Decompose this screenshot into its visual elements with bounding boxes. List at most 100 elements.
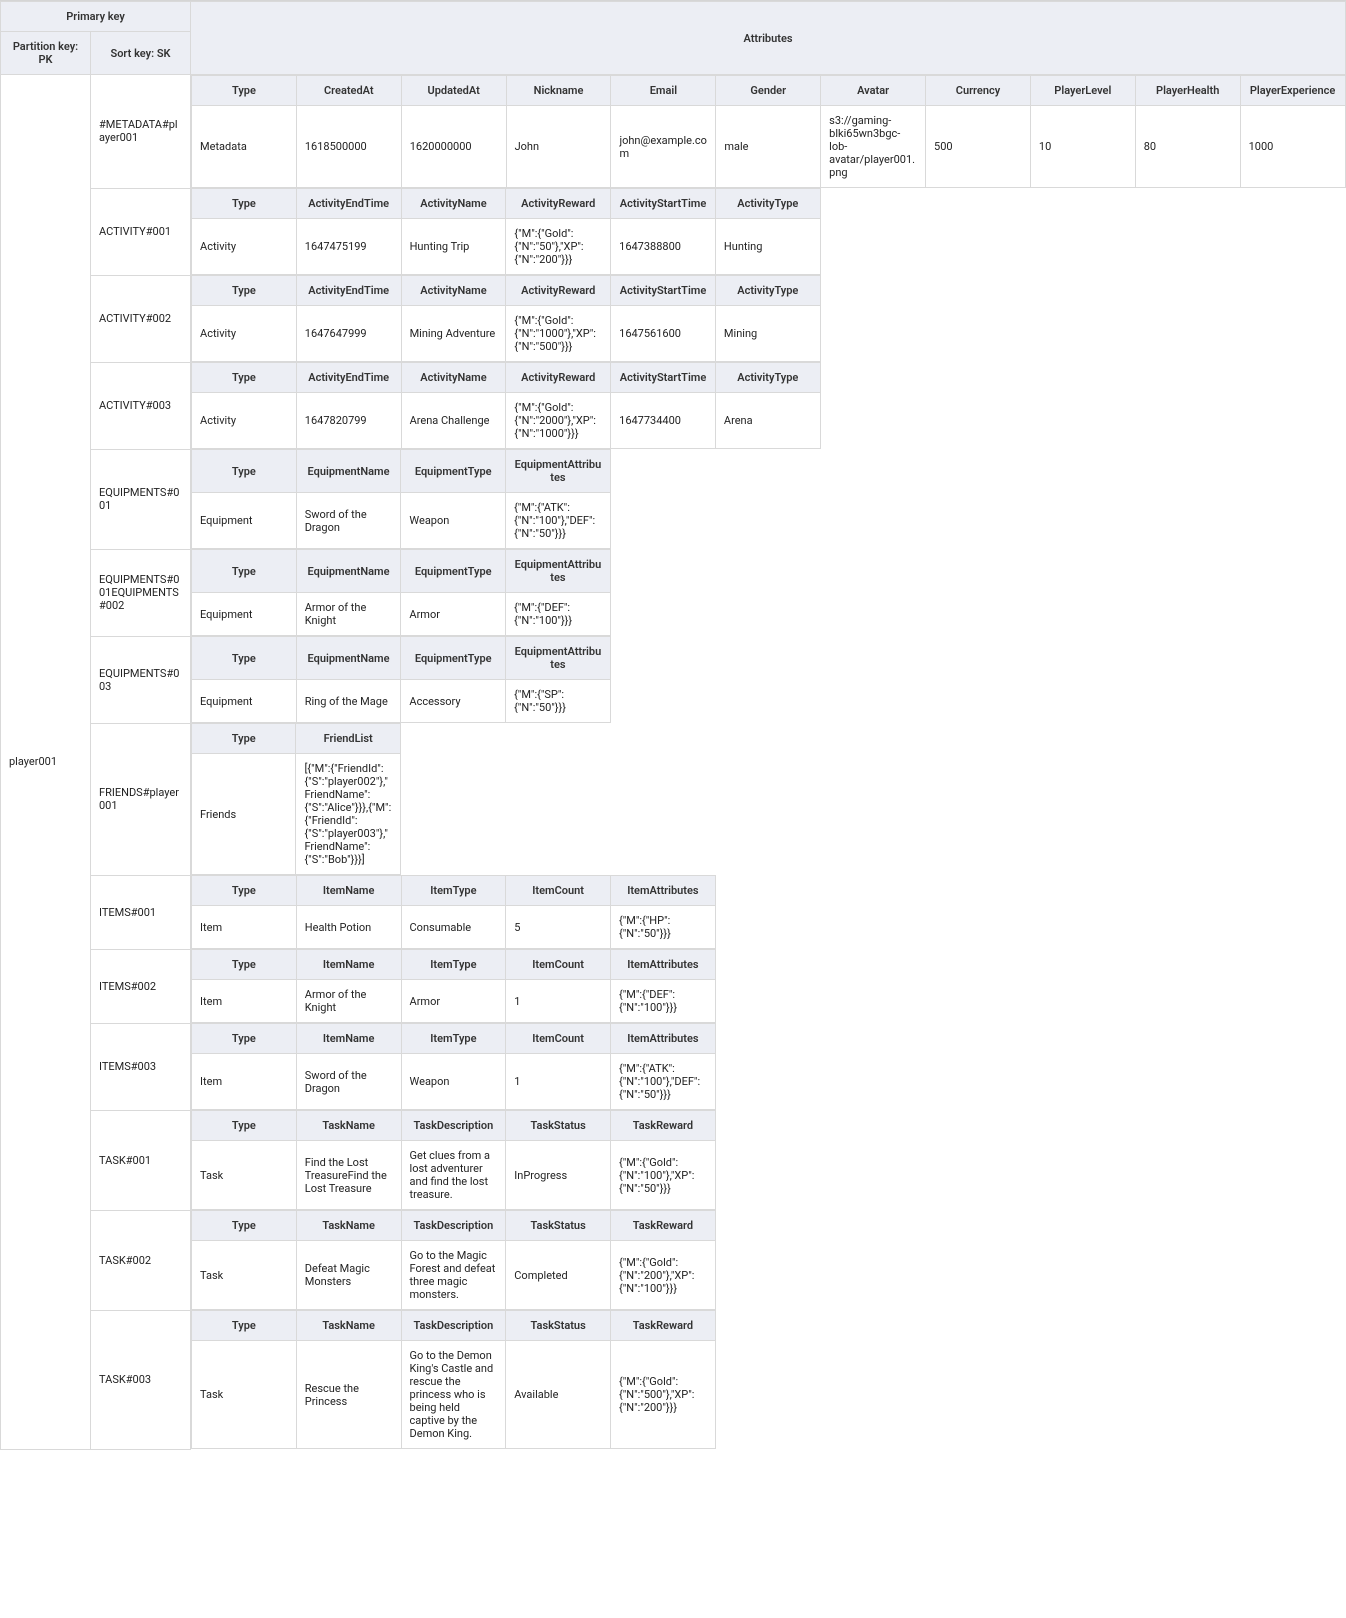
attributes-subtable: TypeEquipmentNameEquipmentTypeEquipmentA… <box>191 449 611 549</box>
attr-value: Hunting <box>715 219 820 275</box>
attr-value: Activity <box>192 393 297 449</box>
attributes-cell: TypeEquipmentNameEquipmentTypeEquipmentA… <box>191 549 1346 636</box>
attr-value: [{"M":{"FriendId":{"S":"player002"},"Fri… <box>296 754 400 875</box>
attr-value: Task <box>192 1241 297 1310</box>
table-row: ITEMS#001TypeItemNameItemTypeItemCountIt… <box>1 875 1346 949</box>
attr-header: TaskName <box>296 1311 401 1341</box>
attr-value: {"M":{"Gold":{"N":"2000"},"XP":{"N":"100… <box>506 393 611 449</box>
attr-header: FriendList <box>296 724 400 754</box>
table-row: TASK#002TypeTaskNameTaskDescriptionTaskS… <box>1 1210 1346 1310</box>
table-row: ACTIVITY#002TypeActivityEndTimeActivityN… <box>1 275 1346 362</box>
attr-value: Accessory <box>401 680 506 723</box>
attributes-cell: TypeCreatedAtUpdatedAtNicknameEmailGende… <box>191 75 1346 189</box>
table-row: ITEMS#003TypeItemNameItemTypeItemCountIt… <box>1 1023 1346 1110</box>
attr-header: EquipmentAttributes <box>506 550 611 593</box>
attributes-subtable: TypeActivityEndTimeActivityNameActivityR… <box>191 275 821 362</box>
attributes-cell: TypeActivityEndTimeActivityNameActivityR… <box>191 362 1346 449</box>
attributes-cell: TypeFriendListFriends[{"M":{"FriendId":{… <box>191 723 1346 875</box>
sort-key-value: ACTIVITY#003 <box>91 362 191 449</box>
attr-header: TaskReward <box>611 1311 716 1341</box>
attr-value: Activity <box>192 306 297 362</box>
attr-header: Nickname <box>506 76 611 106</box>
attr-header: ItemAttributes <box>611 950 716 980</box>
table-row: ACTIVITY#003TypeActivityEndTimeActivityN… <box>1 362 1346 449</box>
attr-value: Hunting Trip <box>401 219 506 275</box>
attr-value: 500 <box>926 106 1031 188</box>
attr-value: InProgress <box>506 1141 611 1210</box>
attr-header: ActivityName <box>401 363 506 393</box>
attr-header: TaskDescription <box>401 1211 506 1241</box>
attr-header: ActivityEndTime <box>296 276 401 306</box>
attr-header: EquipmentType <box>401 450 506 493</box>
attributes-subtable: TypeFriendListFriends[{"M":{"FriendId":{… <box>191 723 401 875</box>
attr-value: {"M":{"DEF":{"N":"100"}}} <box>611 980 716 1023</box>
attr-value: Friends <box>192 754 296 875</box>
attr-value: Sword of the Dragon <box>296 493 401 549</box>
data-table: Primary key Attributes Partition key: PK… <box>0 1 1346 1450</box>
attr-header: ActivityEndTime <box>296 189 401 219</box>
attr-value: 1647388800 <box>611 219 716 275</box>
attr-value: 1647475199 <box>296 219 401 275</box>
attr-value: 1 <box>506 980 611 1023</box>
attr-value: john@example.com <box>611 106 716 188</box>
attr-value: Weapon <box>401 493 506 549</box>
attr-value: Item <box>192 980 297 1023</box>
table-row: TASK#003TypeTaskNameTaskDescriptionTaskS… <box>1 1310 1346 1449</box>
attr-header: ActivityStartTime <box>611 189 716 219</box>
attr-header: Type <box>192 950 297 980</box>
primary-key-header: Primary key <box>1 2 191 32</box>
attr-header: ItemAttributes <box>611 1024 716 1054</box>
table-row: ITEMS#002TypeItemNameItemTypeItemCountIt… <box>1 949 1346 1023</box>
attr-header: Avatar <box>821 76 926 106</box>
attr-value: {"M":{"Gold":{"N":"50"},"XP":{"N":"200"}… <box>506 219 611 275</box>
sort-key-header: Sort key: SK <box>91 32 191 75</box>
attr-header: Type <box>192 724 296 754</box>
attr-value: Health Potion <box>296 906 401 949</box>
attr-value: {"M":{"Gold":{"N":"500"},"XP":{"N":"200"… <box>611 1341 716 1449</box>
attributes-subtable: TypeItemNameItemTypeItemCountItemAttribu… <box>191 875 716 949</box>
attr-header: Type <box>192 189 297 219</box>
attr-value: Go to the Magic Forest and defeat three … <box>401 1241 506 1310</box>
attr-value: 1647734400 <box>611 393 716 449</box>
attr-value: 1647820799 <box>296 393 401 449</box>
attributes-subtable: TypeCreatedAtUpdatedAtNicknameEmailGende… <box>191 75 1345 188</box>
attr-value: Armor <box>401 980 506 1023</box>
attr-header: Type <box>192 550 297 593</box>
attr-header: ActivityReward <box>506 363 611 393</box>
sort-key-value: ITEMS#003 <box>91 1023 191 1110</box>
attributes-subtable: TypeTaskNameTaskDescriptionTaskStatusTas… <box>191 1110 716 1210</box>
attr-value: Armor of the Knight <box>296 593 401 636</box>
attr-header: TaskStatus <box>506 1211 611 1241</box>
attr-header: EquipmentName <box>296 450 401 493</box>
sort-key-value: EQUIPMENTS#001 <box>91 449 191 549</box>
attr-value: Mining <box>715 306 820 362</box>
attr-value: Item <box>192 906 297 949</box>
table-row: ACTIVITY#001TypeActivityEndTimeActivityN… <box>1 188 1346 275</box>
attr-value: Completed <box>506 1241 611 1310</box>
attr-value: {"M":{"HP":{"N":"50"}}} <box>611 906 716 949</box>
attr-value: Item <box>192 1054 297 1110</box>
attr-value: Available <box>506 1341 611 1449</box>
attributes-subtable: TypeItemNameItemTypeItemCountItemAttribu… <box>191 949 716 1023</box>
table-row: EQUIPMENTS#001TypeEquipmentNameEquipment… <box>1 449 1346 549</box>
attributes-cell: TypeTaskNameTaskDescriptionTaskStatusTas… <box>191 1310 1346 1449</box>
attr-value: Arena Challenge <box>401 393 506 449</box>
attr-value: {"M":{"Gold":{"N":"100"},"XP":{"N":"50"}… <box>611 1141 716 1210</box>
attr-value: Equipment <box>192 680 297 723</box>
attr-value: Metadata <box>192 106 297 188</box>
attr-header: ItemType <box>401 950 506 980</box>
dynamodb-table-view: Primary key Attributes Partition key: PK… <box>0 0 1346 1450</box>
attr-value: {"M":{"Gold":{"N":"200"},"XP":{"N":"100"… <box>611 1241 716 1310</box>
attr-header: ItemCount <box>506 1024 611 1054</box>
attr-value: {"M":{"ATK":{"N":"100"},"DEF":{"N":"50"}… <box>611 1054 716 1110</box>
attr-header: TaskReward <box>611 1111 716 1141</box>
attr-value: Sword of the Dragon <box>296 1054 401 1110</box>
sort-key-value: ITEMS#001 <box>91 875 191 949</box>
attr-header: TaskReward <box>611 1211 716 1241</box>
sort-key-value: ITEMS#002 <box>91 949 191 1023</box>
attr-value: s3://gaming-blki65wn3bgc-lob-avatar/play… <box>821 106 926 188</box>
attr-header: Email <box>611 76 716 106</box>
attr-value: Defeat Magic Monsters <box>296 1241 401 1310</box>
attr-header: TaskStatus <box>506 1111 611 1141</box>
attr-header: Type <box>192 1111 297 1141</box>
